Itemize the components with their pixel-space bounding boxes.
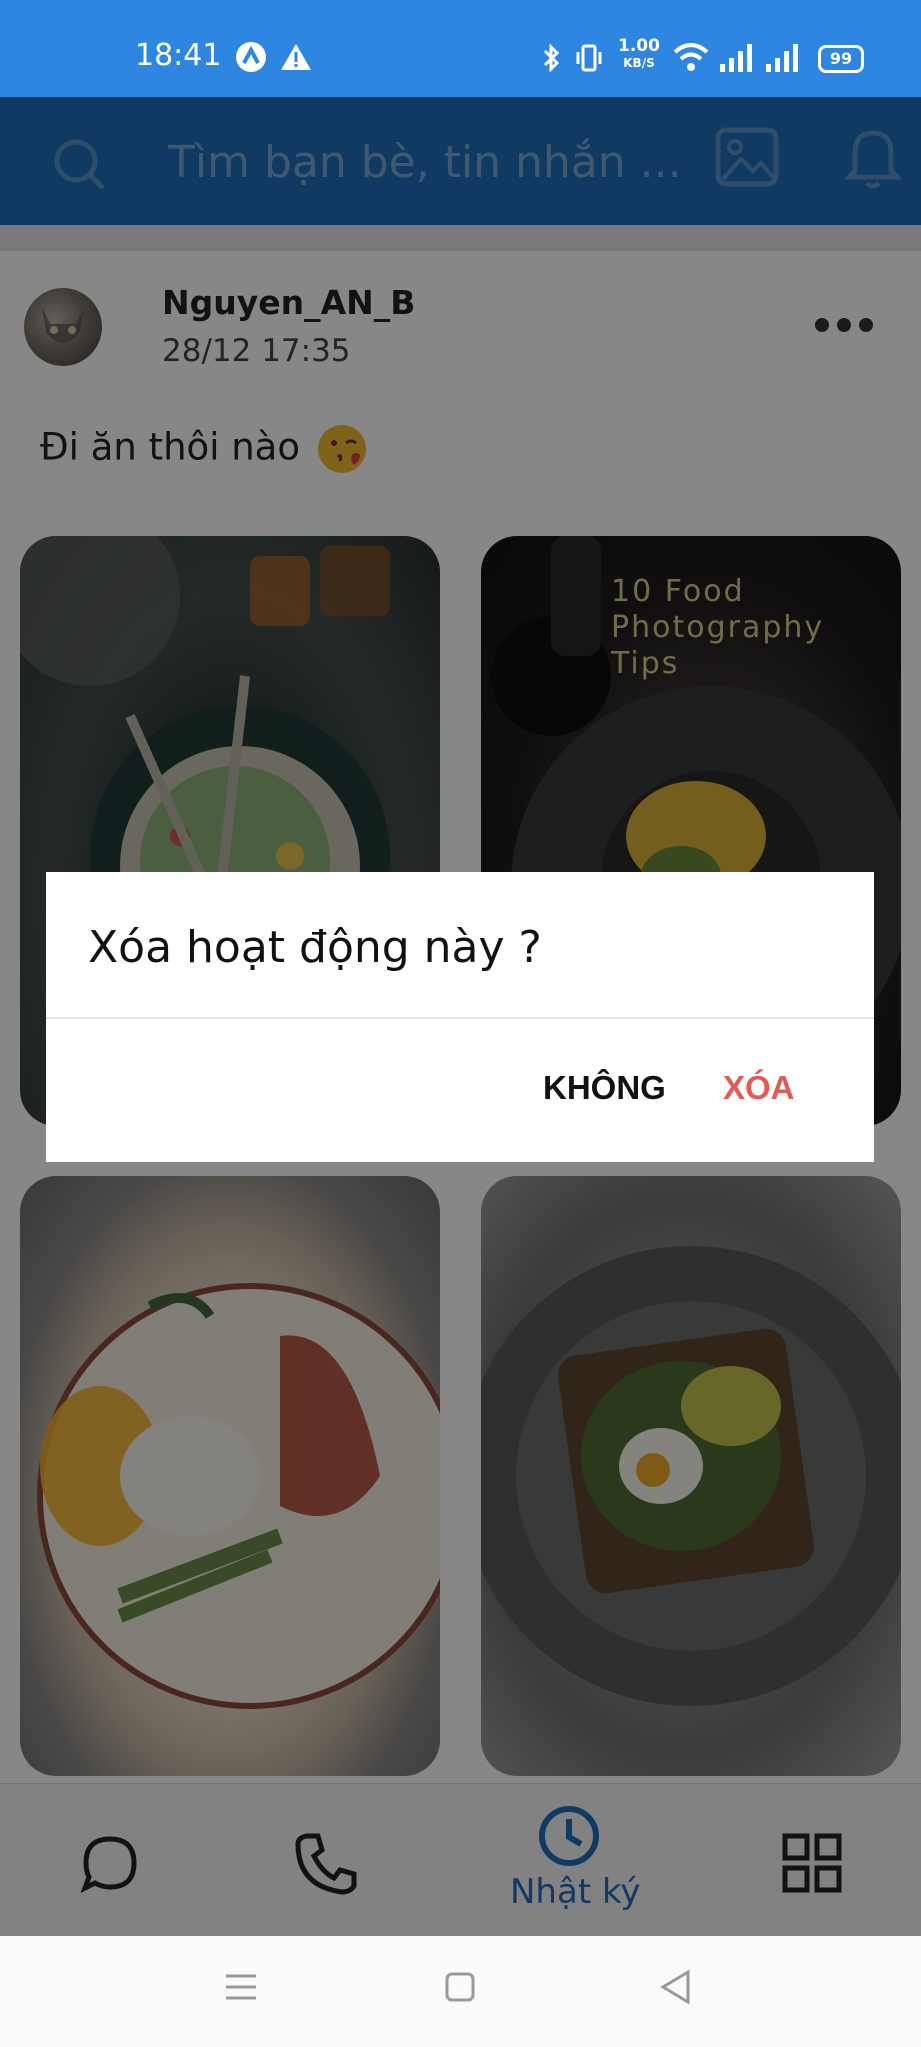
dialog-divider xyxy=(46,1017,874,1019)
wifi-icon xyxy=(673,43,709,71)
cancel-button[interactable]: KHÔNG xyxy=(543,1069,666,1107)
status-bar: 18:41 1.00 KB/S 99 xyxy=(0,0,921,97)
bluetooth-icon xyxy=(543,43,560,73)
back-icon[interactable] xyxy=(660,1969,692,2005)
network-speed-value: 1.00 xyxy=(618,36,660,56)
network-speed-unit: KB/S xyxy=(623,56,655,70)
network-speed: 1.00 KB/S xyxy=(617,38,661,72)
battery-icon: 99 xyxy=(818,45,864,73)
dialog-title: Xóa hoạt động này ? xyxy=(88,922,542,973)
recent-apps-icon[interactable] xyxy=(224,1972,258,2002)
signal-icon-2 xyxy=(766,44,798,72)
battery-level: 99 xyxy=(829,49,853,68)
signal-icon xyxy=(720,44,752,72)
home-icon[interactable] xyxy=(444,1971,476,2003)
delete-dialog: Xóa hoạt động này ? KHÔNG XÓA xyxy=(46,872,874,1162)
system-nav-bar xyxy=(0,1936,921,2047)
delete-button[interactable]: XÓA xyxy=(723,1069,795,1107)
warning-icon xyxy=(281,44,311,70)
app-notification-icon xyxy=(236,42,266,72)
status-time: 18:41 xyxy=(135,38,222,73)
vibrate-icon xyxy=(576,44,602,72)
